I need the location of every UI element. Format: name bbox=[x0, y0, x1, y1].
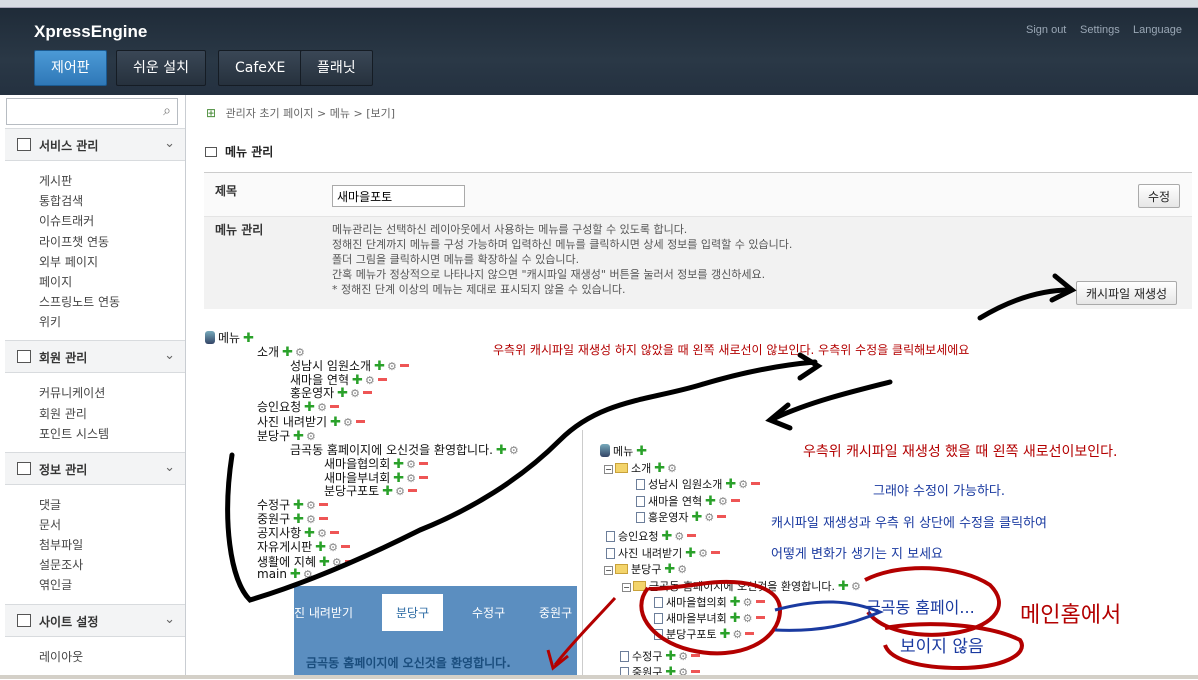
status-bar bbox=[0, 675, 1198, 679]
annotation-text: 우측위 캐시파일 재생성 하지 않았을 때 왼쪽 새로선이 않보인다. 우측위 … bbox=[493, 343, 970, 357]
annotation-text: 어떻게 변화가 생기는 지 보세요 bbox=[771, 547, 944, 562]
annotation-strokes bbox=[225, 273, 1077, 671]
annotation-text: 메인홈에서 bbox=[1020, 603, 1122, 628]
annotation-text: 금곡동 홈페이... bbox=[866, 598, 975, 617]
annotation-text: 보이지 않음 bbox=[900, 637, 984, 657]
annotation-text: 그래야 수정이 가능하다. bbox=[873, 484, 1005, 499]
annotation-text: 캐시파일 재생성과 우측 위 상단에 수정을 클릭하여 bbox=[771, 516, 1047, 531]
annotation-text: 우측위 캐시파일 재생성 했을 때 왼쪽 새로선이보인다. bbox=[803, 444, 1118, 460]
